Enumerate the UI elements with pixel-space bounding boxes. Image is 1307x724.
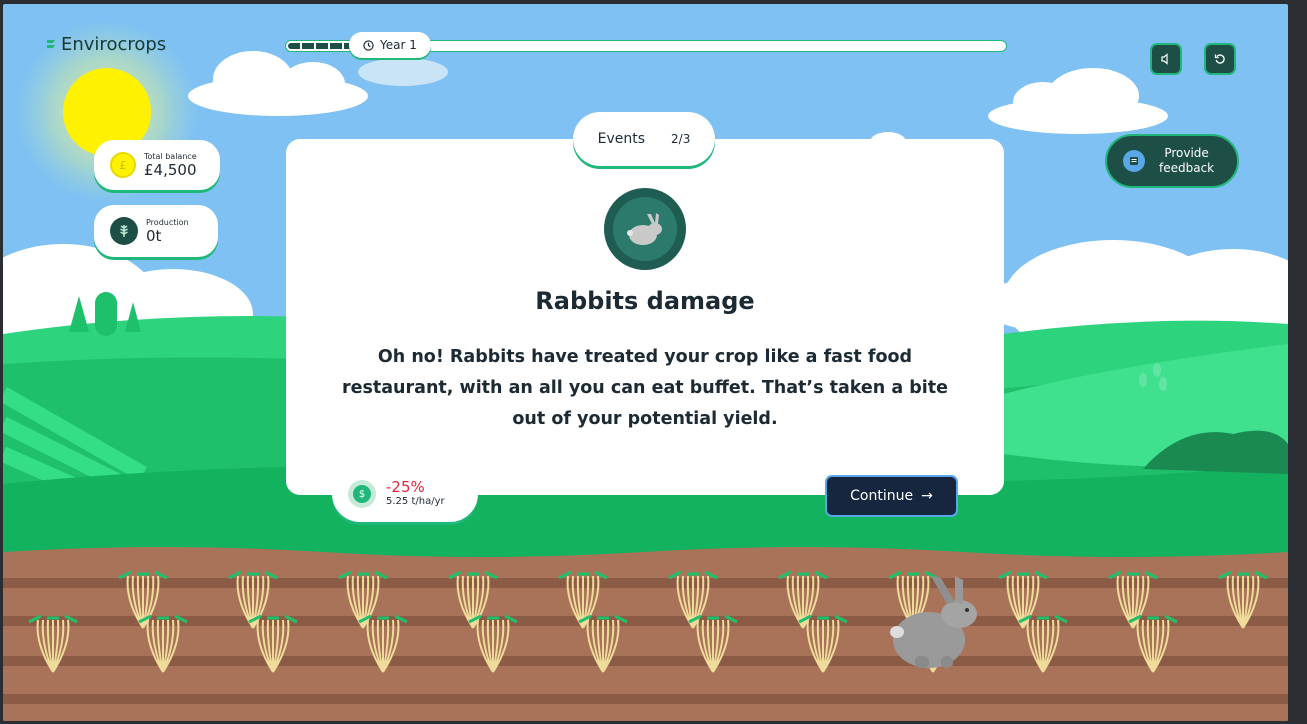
production-card: Production 0t	[94, 205, 218, 257]
events-count: 2/3	[671, 132, 691, 146]
balance-label: Total balance	[144, 151, 197, 161]
restart-icon	[1214, 54, 1225, 64]
events-tab: Events 2/3	[573, 112, 715, 166]
balance-value: £4,500	[144, 160, 197, 179]
leaf-icon	[47, 39, 55, 48]
speaker-icon	[1161, 53, 1168, 65]
wheat-icon	[110, 217, 138, 245]
provide-feedback-button[interactable]: Provide feedback	[1105, 134, 1239, 188]
event-title: Rabbits damage	[535, 287, 755, 315]
app-name: Envirocrops	[61, 34, 167, 55]
production-label: Production	[146, 217, 189, 227]
continue-button[interactable]: Continue →	[825, 475, 958, 517]
production-value: 0t	[146, 226, 162, 245]
game-canvas: Envirocrops Year 1 £ Total balance £4,50…	[3, 4, 1288, 721]
rabbit-icon	[604, 188, 686, 270]
yield-impact-card: $ -25% 5.25 t/ha/yr	[332, 466, 478, 522]
impact-percent: -25%	[386, 478, 425, 496]
sound-button[interactable]	[1150, 43, 1182, 75]
feedback-line2: feedback	[1159, 161, 1215, 175]
field-soil	[3, 547, 1288, 721]
coin-icon: £	[110, 152, 136, 178]
events-label: Events	[597, 131, 646, 147]
app-logo: Envirocrops	[45, 34, 166, 55]
arrow-right-icon: →	[921, 488, 933, 504]
event-description: Oh no! Rabbits have treated your crop li…	[341, 347, 949, 429]
document-icon	[1123, 150, 1145, 172]
clock-icon	[363, 39, 374, 51]
feedback-line1: Provide	[1164, 146, 1209, 160]
restart-button[interactable]	[1204, 43, 1236, 75]
impact-value: 5.25 t/ha/yr	[386, 496, 445, 507]
continue-label: Continue	[850, 488, 914, 504]
year-label: Year 1	[380, 38, 417, 52]
year-indicator: Year 1	[349, 32, 431, 58]
money-bag-icon: $	[348, 480, 376, 508]
cloud	[188, 51, 448, 116]
balance-card: £ Total balance £4,500	[94, 140, 220, 190]
